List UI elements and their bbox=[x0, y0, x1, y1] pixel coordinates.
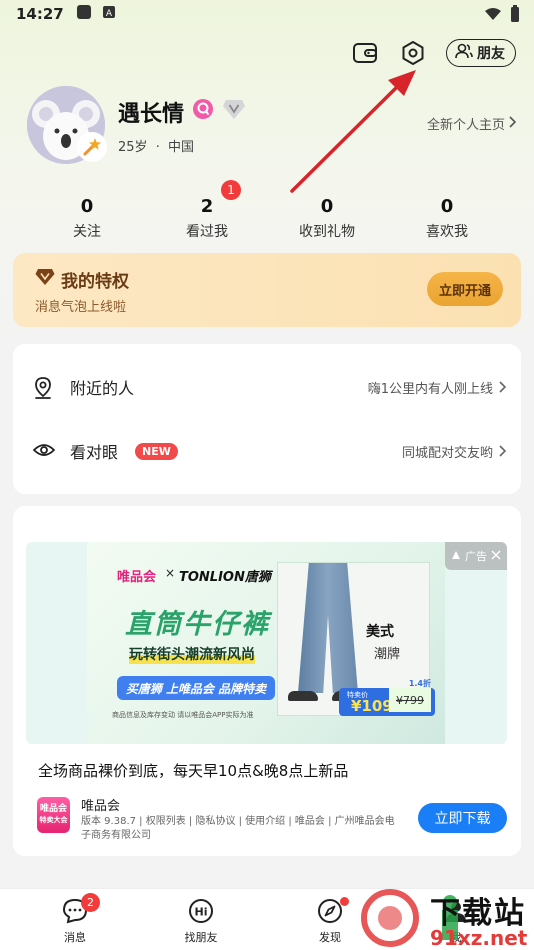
ad-style-label: 美式 bbox=[366, 624, 394, 640]
close-icon[interactable] bbox=[491, 550, 501, 563]
ad-pill: 买唐狮 上唯品会 品牌特卖 bbox=[117, 676, 275, 700]
stat-visitors[interactable]: 1 2 看过我 bbox=[147, 180, 267, 241]
ad-style-label-2: 潮牌 bbox=[374, 647, 401, 662]
a-notification-icon: A bbox=[102, 5, 116, 23]
menu-label: 看对眼 bbox=[70, 443, 119, 462]
stat-label: 喜欢我 bbox=[426, 224, 468, 240]
price-value: ¥109 bbox=[351, 697, 393, 715]
friends-label: 朋友 bbox=[477, 46, 505, 62]
advertiser-logo-bottom: 特卖大会 bbox=[39, 816, 68, 824]
user-sub-info: 25岁 · 中国 bbox=[118, 136, 194, 155]
menu-hint: 嗨1公里内有人刚上线 bbox=[367, 381, 493, 397]
stat-label: 收到礼物 bbox=[299, 224, 355, 240]
advertiser-meta[interactable]: 版本 9.38.7 | 权限列表 | 隐私协议 | 使用介绍 | 唯品会 | 广… bbox=[81, 815, 399, 843]
stat-value: 0 bbox=[80, 196, 94, 217]
stat-label: 看过我 bbox=[186, 224, 228, 240]
ad-banner: 唯品会 × TONLION唐狮 直筒牛仔裤 玩转街头潮流新风尚 买唐狮 上唯品会… bbox=[87, 542, 445, 744]
menu-hint: 同城配对交友哟 bbox=[401, 445, 493, 461]
ad-image[interactable]: 唯品会 × TONLION唐狮 直筒牛仔裤 玩转街头潮流新风尚 买唐狮 上唯品会… bbox=[26, 542, 507, 744]
jeans-image bbox=[298, 563, 358, 693]
profile-header: 遇长情 25岁 · 中国 全新个人主页 bbox=[27, 86, 517, 166]
advertiser-row: 唯品会 特卖大会 唯品会 版本 9.38.7 | 权限列表 | 隐私协议 | 使… bbox=[37, 795, 507, 845]
status-bar: 14:27 A bbox=[0, 0, 534, 28]
download-button[interactable]: 立即下载 bbox=[418, 803, 507, 833]
tab-find-friends[interactable]: Hi 找朋友 bbox=[161, 897, 241, 945]
ad-card: 唯品会 × TONLION唐狮 直筒牛仔裤 玩转街头潮流新风尚 买唐狮 上唯品会… bbox=[13, 506, 521, 856]
stat-following[interactable]: 0 关注 bbox=[27, 196, 147, 241]
menu-label: 附近的人 bbox=[70, 379, 135, 398]
messages-badge: 2 bbox=[81, 893, 100, 912]
tab-messages[interactable]: 2 消息 bbox=[35, 893, 115, 945]
advertiser-name: 唯品会 bbox=[81, 799, 121, 814]
price-original: ¥799 bbox=[389, 688, 431, 712]
ad-tag: 广告 bbox=[445, 542, 507, 570]
stat-gifts[interactable]: 0 收到礼物 bbox=[267, 196, 387, 241]
privilege-subtitle: 消息气泡上线啦 bbox=[35, 300, 127, 315]
friends-button[interactable]: 朋友 bbox=[446, 39, 516, 67]
new-badge: NEW bbox=[135, 442, 178, 460]
privilege-title-row: 我的特权 bbox=[35, 267, 129, 292]
activate-now-button[interactable]: 立即开通 bbox=[427, 272, 503, 306]
stat-value: 0 bbox=[320, 196, 334, 217]
hi-icon: Hi bbox=[161, 897, 241, 925]
settings-icon[interactable] bbox=[398, 38, 428, 68]
tab-label: 消息 bbox=[64, 931, 86, 944]
chevron-right-icon bbox=[499, 378, 507, 397]
location-pin-icon bbox=[33, 377, 53, 403]
stat-label: 关注 bbox=[73, 224, 101, 240]
diamond-badge-icon[interactable] bbox=[222, 98, 246, 124]
friends-icon bbox=[455, 43, 473, 63]
top-actions: 朋友 bbox=[350, 38, 516, 68]
avatar-badge-icon bbox=[77, 132, 107, 162]
menu-card: 附近的人 嗨1公里内有人刚上线 看对眼 NEW 同城配对交友哟 bbox=[13, 344, 521, 494]
menu-item-match[interactable]: 看对眼 NEW 同城配对交友哟 bbox=[13, 420, 521, 482]
chat-icon bbox=[35, 897, 115, 925]
name-badges bbox=[192, 98, 246, 124]
shoe-image bbox=[288, 691, 318, 701]
ad-cross: × bbox=[165, 566, 176, 580]
ad-logo-icon bbox=[451, 550, 461, 563]
pink-badge-icon[interactable] bbox=[192, 98, 214, 124]
user-region: 中国 bbox=[167, 140, 194, 155]
menu-item-nearby[interactable]: 附近的人 嗨1公里内有人刚上线 bbox=[13, 356, 521, 418]
stat-likes[interactable]: 0 喜欢我 bbox=[387, 196, 507, 241]
homepage-link-label: 全新个人主页 bbox=[426, 118, 505, 133]
diamond-icon bbox=[35, 268, 55, 291]
info-separator: · bbox=[155, 140, 160, 155]
user-age: 25岁 bbox=[118, 140, 148, 155]
site-watermark: 下载站 91xz.net bbox=[358, 886, 534, 950]
ad-tag-label: 广告 bbox=[465, 550, 487, 563]
advertiser-logo-top: 唯品会 bbox=[39, 804, 67, 814]
privilege-title: 我的特权 bbox=[61, 272, 129, 292]
tab-label: 找朋友 bbox=[184, 931, 218, 944]
stat-value: 0 bbox=[440, 196, 454, 217]
discover-dot bbox=[340, 897, 349, 906]
eye-icon bbox=[32, 441, 56, 463]
ad-brand-partner: TONLION唐狮 bbox=[179, 570, 271, 585]
wallet-icon[interactable] bbox=[350, 38, 380, 68]
chevron-right-icon bbox=[509, 115, 517, 132]
stat-value: 2 bbox=[200, 196, 214, 217]
new-homepage-link[interactable]: 全新个人主页 bbox=[427, 114, 517, 133]
privilege-card[interactable]: 我的特权 消息气泡上线啦 立即开通 bbox=[13, 253, 521, 327]
ad-headline: 直筒牛仔裤 bbox=[125, 609, 270, 640]
svg-text:A: A bbox=[106, 9, 113, 19]
watermark-url: 91xz.net bbox=[430, 926, 528, 950]
battery-icon bbox=[510, 5, 520, 27]
wifi-icon bbox=[484, 7, 502, 25]
app-notification-icon bbox=[76, 4, 92, 24]
stats-row: 0 关注 1 2 看过我 0 收到礼物 0 喜欢我 bbox=[0, 180, 534, 241]
ad-description[interactable]: 全场商品裸价到底，每天早10点&晚8点上新品 bbox=[38, 760, 348, 781]
advertiser-logo: 唯品会 特卖大会 bbox=[37, 797, 70, 833]
ad-fine-print: 商品信息及库存变动 请以唯品会APP实际为准 bbox=[112, 711, 254, 719]
chevron-right-icon bbox=[499, 442, 507, 461]
user-name: 遇长情 bbox=[118, 102, 185, 127]
svg-text:Hi: Hi bbox=[195, 906, 208, 919]
ad-subline: 玩转街头潮流新风尚 bbox=[129, 644, 255, 664]
visitors-badge: 1 bbox=[221, 180, 241, 200]
status-time: 14:27 bbox=[16, 5, 64, 23]
ad-brand: 唯品会 bbox=[117, 570, 157, 585]
